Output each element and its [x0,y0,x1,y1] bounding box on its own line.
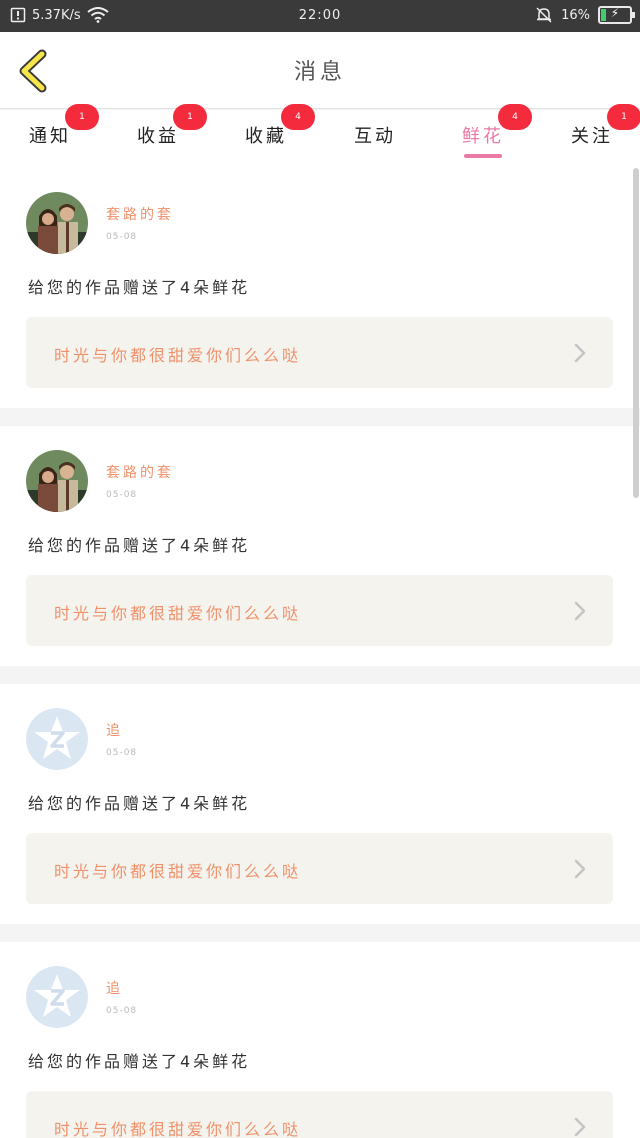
work-link[interactable]: 时光与你都很甜爱你们么么哒 [26,317,613,388]
chevron-right-icon [574,601,586,621]
message-card: 套路的套 05-08 给您的作品赠送了4朵鲜花 时光与你都很甜爱你们么么哒 [0,168,640,408]
tab-follows[interactable]: 关注 1 [542,104,640,168]
status-bar: 5.37K/s 22:00 16% ⚡ [0,0,640,32]
battery-percent: 16% [561,7,590,23]
message-text: 给您的作品赠送了4朵鲜花 [28,794,251,813]
message-date: 05-08 [106,1006,138,1016]
message-card: 追 05-08 给您的作品赠送了4朵鲜花 时光与你都很甜爱你们么么哒 [0,942,640,1138]
username-link[interactable]: 套路的套 [106,462,174,482]
work-title: 时光与你都很甜爱你们么么哒 [54,862,302,881]
work-title: 时光与你都很甜爱你们么么哒 [54,1120,302,1138]
badge: 4 [498,104,532,130]
chevron-right-icon [574,343,586,363]
tab-earnings[interactable]: 收益 1 [108,104,208,168]
message-date: 05-08 [106,232,138,242]
username-link[interactable]: 追 [106,720,123,740]
chevron-right-icon [574,859,586,879]
badge: 4 [281,104,315,130]
work-link[interactable]: 时光与你都很甜爱你们么么哒 [26,1091,613,1138]
status-right: 16% ⚡ [535,6,635,24]
avatar[interactable] [26,966,88,1028]
message-text: 给您的作品赠送了4朵鲜花 [28,1052,251,1071]
work-title: 时光与你都很甜爱你们么么哒 [54,604,302,623]
tab-flowers[interactable]: 鲜花 4 [433,104,533,168]
battery-icon: ⚡ [598,6,635,24]
message-text: 给您的作品赠送了4朵鲜花 [28,536,251,555]
tab-label: 互动 [354,126,396,147]
work-link[interactable]: 时光与你都很甜爱你们么么哒 [26,575,613,646]
charging-bolt-icon: ⚡ [610,6,620,20]
work-link[interactable]: 时光与你都很甜爱你们么么哒 [26,833,613,904]
message-feed: 套路的套 05-08 给您的作品赠送了4朵鲜花 时光与你都很甜爱你们么么哒 套路… [0,168,640,1138]
tab-favorites[interactable]: 收藏 4 [216,104,316,168]
header: 消息 [0,32,640,109]
tab-bar: 通知 1 收益 1 收藏 4 互动 鲜花 4 关注 1 [0,104,640,168]
tab-interactions[interactable]: 互动 [325,110,425,168]
chevron-right-icon [574,1117,586,1137]
active-tab-indicator [464,154,502,158]
qq-default-avatar-icon [26,708,88,770]
badge: 1 [65,104,99,130]
username-link[interactable]: 追 [106,978,123,998]
work-title: 时光与你都很甜爱你们么么哒 [54,346,302,365]
message-card: 追 05-08 给您的作品赠送了4朵鲜花 时光与你都很甜爱你们么么哒 [0,684,640,924]
scrollbar[interactable] [633,168,639,498]
tab-notifications[interactable]: 通知 1 [0,104,100,168]
username-link[interactable]: 套路的套 [106,204,174,224]
avatar[interactable] [26,450,88,512]
user-photo-icon [26,192,88,254]
badge: 1 [607,104,640,130]
message-card: 套路的套 05-08 给您的作品赠送了4朵鲜花 时光与你都很甜爱你们么么哒 [0,426,640,666]
qq-default-avatar-icon [26,966,88,1028]
message-date: 05-08 [106,490,138,500]
message-date: 05-08 [106,748,138,758]
avatar[interactable] [26,192,88,254]
message-text: 给您的作品赠送了4朵鲜花 [28,278,251,297]
mute-icon [536,7,552,23]
badge: 1 [173,104,207,130]
avatar[interactable] [26,708,88,770]
user-photo-icon [26,450,88,512]
page-title: 消息 [293,60,346,85]
